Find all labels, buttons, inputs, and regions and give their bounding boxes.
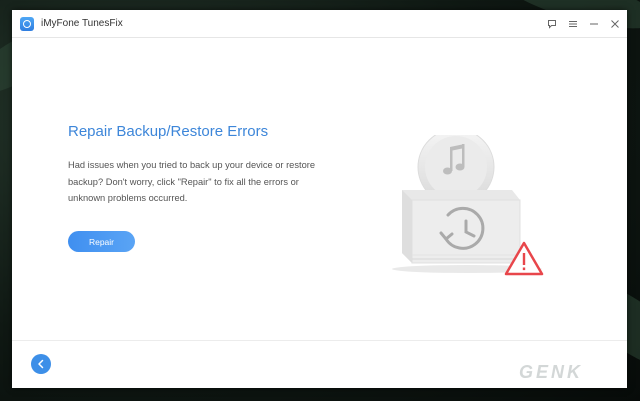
feedback-icon[interactable] bbox=[546, 18, 558, 30]
backup-error-illustration bbox=[392, 135, 544, 276]
app-logo-icon bbox=[20, 16, 34, 31]
menu-icon[interactable] bbox=[567, 18, 579, 30]
minimize-icon[interactable] bbox=[588, 18, 600, 30]
app-title: iMyFone TunesFix bbox=[41, 18, 123, 29]
watermark-logo: GENK bbox=[519, 362, 584, 382]
page-title: Repair Backup/Restore Errors bbox=[68, 123, 269, 140]
window-controls bbox=[546, 10, 621, 37]
repair-button[interactable]: Repair bbox=[68, 231, 135, 252]
chevron-left-icon bbox=[38, 359, 44, 369]
footer-divider bbox=[12, 340, 627, 341]
close-icon[interactable] bbox=[609, 18, 621, 30]
title-bar: iMyFone TunesFix bbox=[12, 10, 627, 38]
app-window: iMyFone TunesFix Repair Backup/Restore E… bbox=[12, 10, 627, 388]
description-text: Had issues when you tried to back up you… bbox=[68, 160, 316, 203]
back-button[interactable] bbox=[31, 354, 51, 374]
